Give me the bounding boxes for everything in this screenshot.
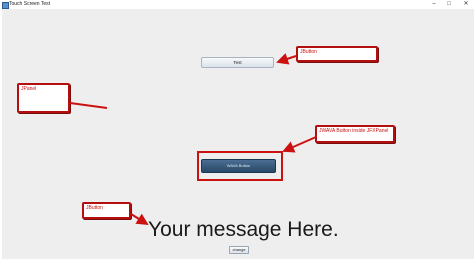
title-bar: Touch Screen Test – □ ✕ bbox=[0, 0, 474, 9]
window-left-border bbox=[0, 9, 2, 259]
test-button[interactable]: Test bbox=[201, 57, 274, 68]
callout-jbutton-top: JButton bbox=[296, 46, 378, 62]
wava-panel-highlight bbox=[197, 151, 283, 181]
arrow-jbutton-bottom bbox=[130, 213, 149, 226]
callout-wava-panel-label: JWAVA Button inside JFXPanel bbox=[319, 128, 389, 134]
change-button[interactable]: change bbox=[229, 246, 249, 254]
maximize-button[interactable]: □ bbox=[442, 0, 456, 9]
callout-jpanel: JPanel bbox=[17, 83, 70, 113]
arrow-jpanel bbox=[69, 102, 108, 109]
callout-jpanel-label: JPanel bbox=[21, 86, 37, 92]
arrow-wava-panel bbox=[282, 136, 317, 153]
callout-jbutton-top-label: JButton bbox=[300, 49, 317, 55]
minimize-button[interactable]: – bbox=[427, 0, 441, 9]
close-button[interactable]: ✕ bbox=[459, 0, 473, 9]
app-window: Touch Screen Test – □ ✕ Test WAVA Button… bbox=[0, 0, 474, 259]
callout-jbutton-bottom-label: JButton bbox=[86, 205, 103, 211]
window-title: Touch Screen Test bbox=[9, 1, 51, 7]
java-app-icon bbox=[2, 2, 9, 9]
callout-jbutton-bottom: JButton bbox=[82, 202, 131, 219]
callout-wava-panel: JWAVA Button inside JFXPanel bbox=[315, 125, 395, 143]
message-label: Your message Here. bbox=[148, 218, 339, 241]
arrow-jbutton-top bbox=[276, 53, 297, 65]
